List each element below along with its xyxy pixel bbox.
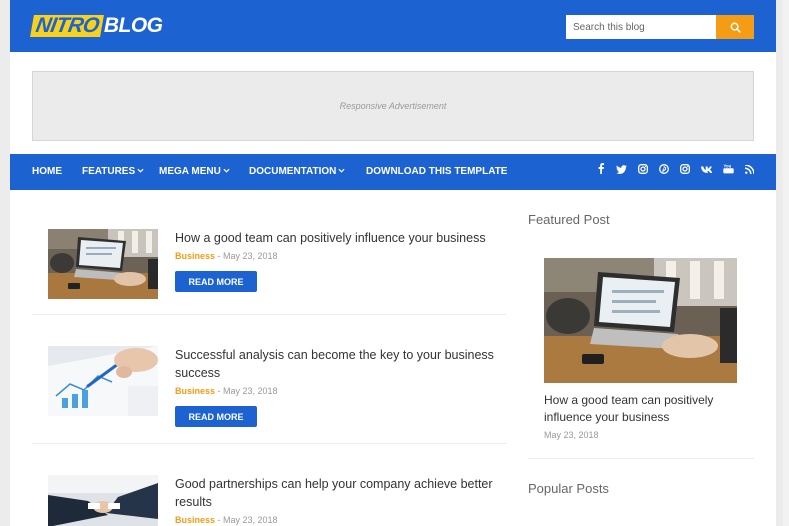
post-category[interactable]: Business	[175, 515, 215, 525]
logo-nitro: NITRO	[30, 14, 104, 37]
scrollbar[interactable]	[783, 0, 789, 526]
chevron-down-icon	[137, 168, 144, 173]
nav-home[interactable]: Home	[32, 154, 62, 190]
instagram-icon[interactable]	[677, 154, 693, 190]
featured-post-image[interactable]	[544, 258, 737, 383]
search-icon	[730, 22, 741, 33]
nav-documentation[interactable]: Documentation	[249, 154, 345, 190]
twitter-icon[interactable]	[613, 154, 629, 190]
nav-home-label: Home	[32, 166, 62, 177]
youtube-icon[interactable]: You	[720, 154, 736, 190]
post-divider	[32, 314, 506, 315]
post-thumbnail[interactable]	[48, 346, 158, 416]
post-date: May 23, 2018	[223, 515, 278, 525]
post-title[interactable]: How a good team can positively influence…	[175, 229, 505, 247]
meta-separator: -	[215, 386, 224, 396]
post-divider	[32, 443, 506, 444]
sidebar-divider	[528, 458, 754, 459]
nav-download-template[interactable]: Download This Template	[366, 154, 507, 190]
pinterest-icon[interactable]	[656, 154, 672, 190]
read-more-button[interactable]: Read More	[175, 406, 257, 427]
vk-icon[interactable]	[699, 154, 715, 190]
meta-separator: -	[215, 251, 224, 261]
site-logo[interactable]: NITRO BLOG	[30, 14, 163, 38]
read-more-button[interactable]: Read More	[175, 271, 257, 292]
post-meta: Business - May 23, 2018	[175, 386, 278, 396]
chevron-down-icon	[338, 168, 345, 173]
advertisement-text: Responsive Advertisement	[339, 101, 447, 111]
featured-post-heading: Featured Post	[528, 212, 610, 227]
meta-separator: -	[215, 515, 224, 525]
post-thumbnail[interactable]	[48, 475, 158, 526]
featured-post-date: May 23, 2018	[544, 430, 599, 440]
page: NITRO BLOG Responsive Advertisement Home…	[10, 0, 776, 526]
chevron-down-icon	[223, 168, 230, 173]
nav-mega-menu[interactable]: Mega Menu	[159, 154, 230, 190]
nav-download-template-label: Download This Template	[366, 166, 508, 177]
rss-icon[interactable]	[741, 154, 757, 190]
post-title[interactable]: Good partnerships can help your company …	[175, 475, 505, 511]
advertisement-banner[interactable]: Responsive Advertisement	[32, 71, 754, 141]
post-thumbnail[interactable]	[48, 229, 158, 299]
facebook-icon[interactable]	[593, 154, 609, 190]
nav-features-label: Features	[82, 166, 136, 177]
post-date: May 23, 2018	[223, 251, 278, 261]
main-navigation: Home Features Mega Menu Documentation Do…	[10, 154, 776, 190]
search-button[interactable]	[716, 15, 754, 39]
search-form	[566, 15, 754, 39]
featured-post-title[interactable]: How a good team can positively influence…	[544, 392, 744, 425]
post-meta: Business - May 23, 2018	[175, 251, 278, 261]
post-title[interactable]: Successful analysis can become the key t…	[175, 346, 505, 382]
header: NITRO BLOG	[10, 0, 776, 52]
nav-mega-menu-label: Mega Menu	[159, 166, 221, 177]
nav-features[interactable]: Features	[82, 154, 144, 190]
search-input[interactable]	[566, 15, 716, 39]
svg-text:You: You	[723, 163, 731, 168]
nav-documentation-label: Documentation	[249, 166, 337, 177]
instagram-icon[interactable]	[635, 154, 651, 190]
post-meta: Business - May 23, 2018	[175, 515, 278, 525]
popular-posts-heading: Popular Posts	[528, 481, 609, 496]
logo-blog: BLOG	[103, 14, 163, 37]
post-date: May 23, 2018	[223, 386, 278, 396]
post-category[interactable]: Business	[175, 251, 215, 261]
post-category[interactable]: Business	[175, 386, 215, 396]
